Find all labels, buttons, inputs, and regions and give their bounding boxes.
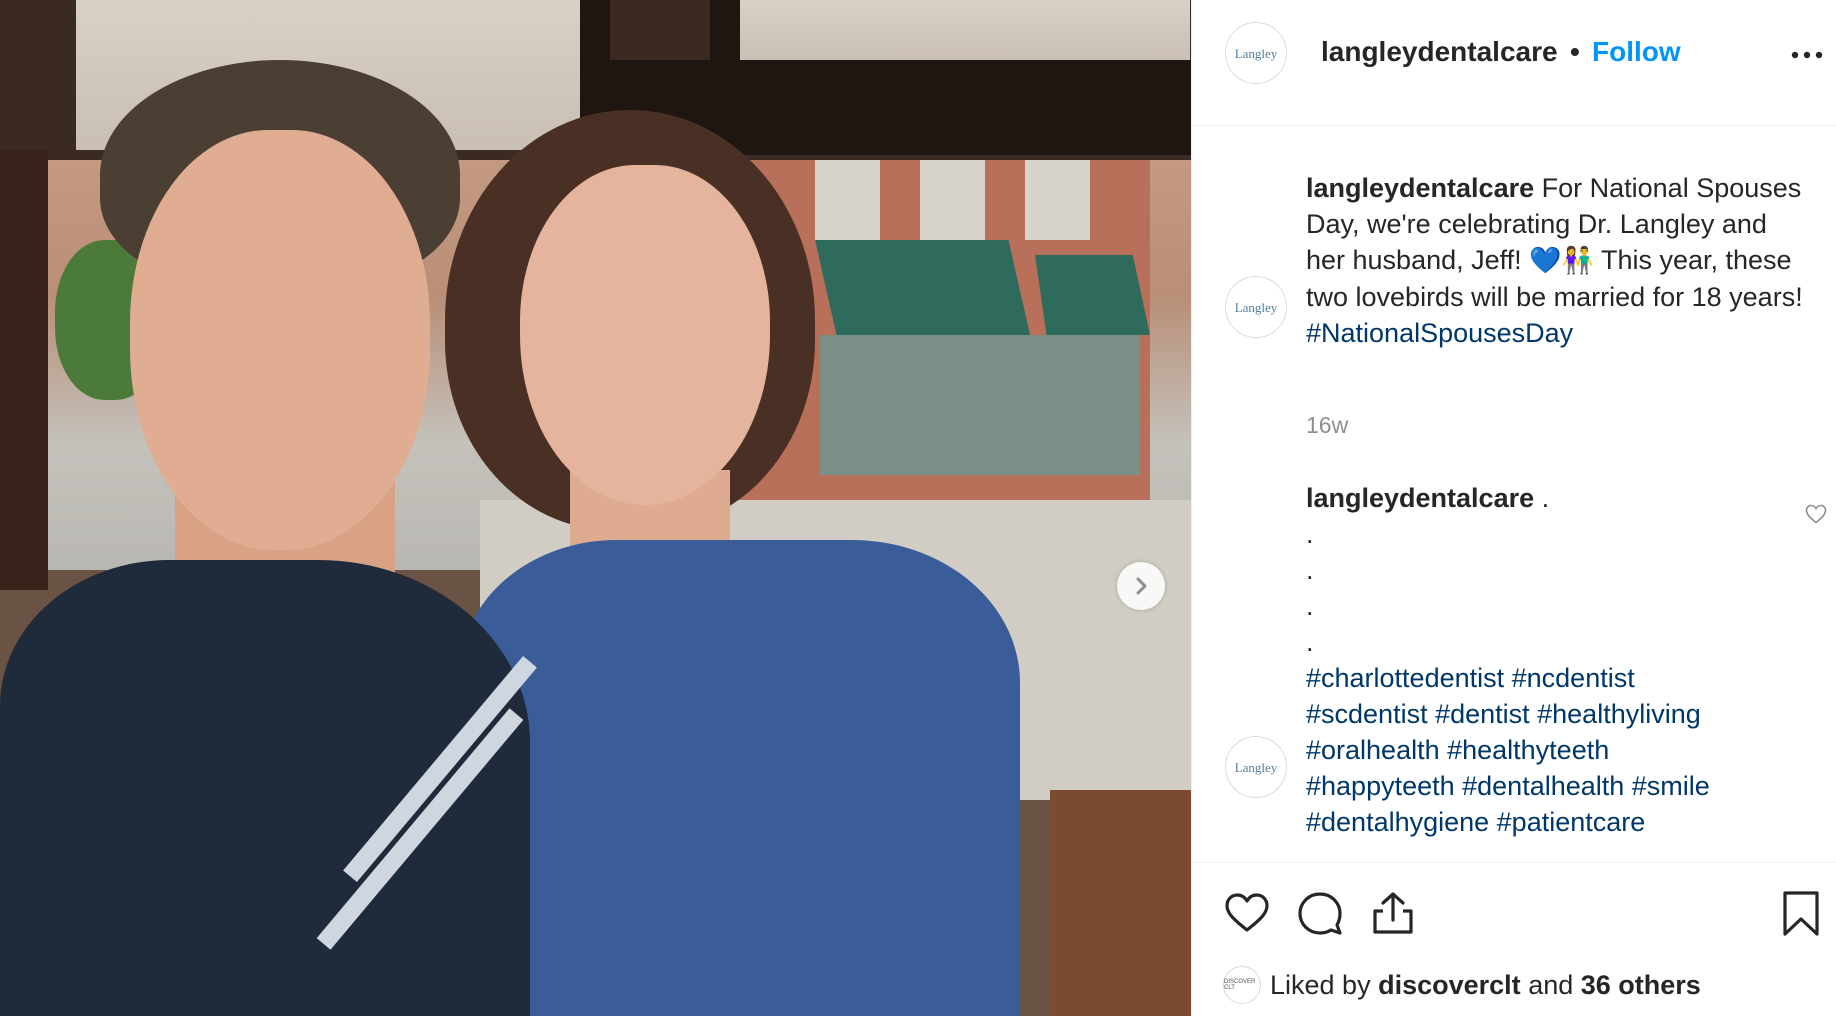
photo-woman-face [520, 165, 770, 505]
header-username[interactable]: langleydentalcare [1321, 36, 1558, 68]
header-separator: • [1570, 36, 1580, 67]
post-timestamp[interactable]: 16w [1306, 412, 1348, 439]
bookmark-icon[interactable] [1777, 889, 1825, 937]
photo-building-window [1025, 160, 1090, 240]
photo-building-window [815, 160, 880, 240]
share-icon[interactable] [1369, 889, 1417, 937]
avatar[interactable]: DISCOVER CLT [1223, 966, 1261, 1004]
hashtag-line[interactable]: #charlottedentist #ncdentist [1306, 660, 1776, 696]
hashtag-line[interactable]: #happyteeth #dentalhealth #smile [1306, 768, 1776, 804]
post-actions: DISCOVER CLT Liked by discoverclt and 36… [1192, 862, 1836, 1017]
comment-dot: . [1306, 555, 1314, 585]
liked-by-label: Liked by discoverclt and 36 others [1270, 970, 1701, 1001]
liked-by-and: and [1528, 969, 1574, 1000]
mini-avatar-text: DISCOVER CLT [1224, 979, 1256, 991]
post-header: Langley langleydentalcare • Follow [1192, 0, 1836, 126]
comment-heart-icon[interactable] [1804, 502, 1828, 526]
photo-storefront [820, 335, 1140, 475]
caption: langleydentalcare For National Spouses D… [1306, 170, 1806, 351]
caption-username[interactable]: langleydentalcare [1306, 173, 1534, 203]
comment-text: . [1541, 483, 1550, 513]
instagram-post: Langley langleydentalcare • Follow Langl… [0, 0, 1836, 1016]
follow-button[interactable]: Follow [1592, 36, 1681, 68]
next-photo-button[interactable] [1117, 562, 1165, 610]
photo-awning [1035, 255, 1150, 335]
hashtag-line[interactable]: #oralhealth #healthyteeth [1306, 732, 1776, 768]
photo-awning [815, 240, 1030, 335]
chevron-right-icon [1136, 577, 1147, 595]
comment-icon[interactable] [1296, 889, 1344, 937]
comment-username[interactable]: langleydentalcare [1306, 483, 1534, 513]
comment: langleydentalcare . . . . . [1306, 480, 1776, 660]
photo-window-pane [740, 0, 1190, 60]
more-options-icon[interactable] [1790, 40, 1824, 70]
photo-building-window [920, 160, 985, 240]
photo-man-face [130, 130, 430, 550]
comment-dot: . [1306, 519, 1314, 549]
avatar[interactable]: Langley [1225, 22, 1287, 84]
post-photo[interactable] [0, 0, 1191, 1016]
hashtag-line[interactable]: #dentalhygiene #patientcare [1306, 804, 1776, 840]
avatar-logo-text: Langley [1234, 299, 1278, 315]
liked-by-others[interactable]: 36 others [1581, 970, 1701, 1000]
photo-bench [1050, 790, 1191, 1016]
avatar-logo-text: Langley [1234, 45, 1278, 61]
caption-hashtag[interactable]: #NationalSpousesDay [1306, 318, 1573, 348]
avatar[interactable]: Langley [1225, 736, 1287, 798]
photo-woman-shirt [460, 540, 1020, 1016]
comment-dot: . [1306, 627, 1314, 657]
photo-window-frame [0, 150, 48, 590]
liked-by-row: DISCOVER CLT Liked by discoverclt and 36… [1223, 966, 1701, 1004]
caption-emoji: 💙👫 [1529, 246, 1594, 276]
liked-by-user[interactable]: discoverclt [1378, 970, 1521, 1000]
comment-dot: . [1306, 591, 1314, 621]
avatar-logo-text: Langley [1234, 759, 1278, 775]
heart-icon[interactable] [1223, 889, 1271, 937]
post-side-panel: Langley langleydentalcare • Follow Langl… [1191, 0, 1836, 1016]
hashtag-line[interactable]: #scdentist #dentist #healthyliving [1306, 696, 1776, 732]
liked-by-prefix: Liked by [1270, 969, 1371, 1000]
comments-section[interactable]: Langley langleydentalcare For National S… [1192, 126, 1836, 862]
comment-hashtags: #charlottedentist #ncdentist #scdentist … [1306, 660, 1776, 840]
avatar[interactable]: Langley [1225, 276, 1287, 338]
